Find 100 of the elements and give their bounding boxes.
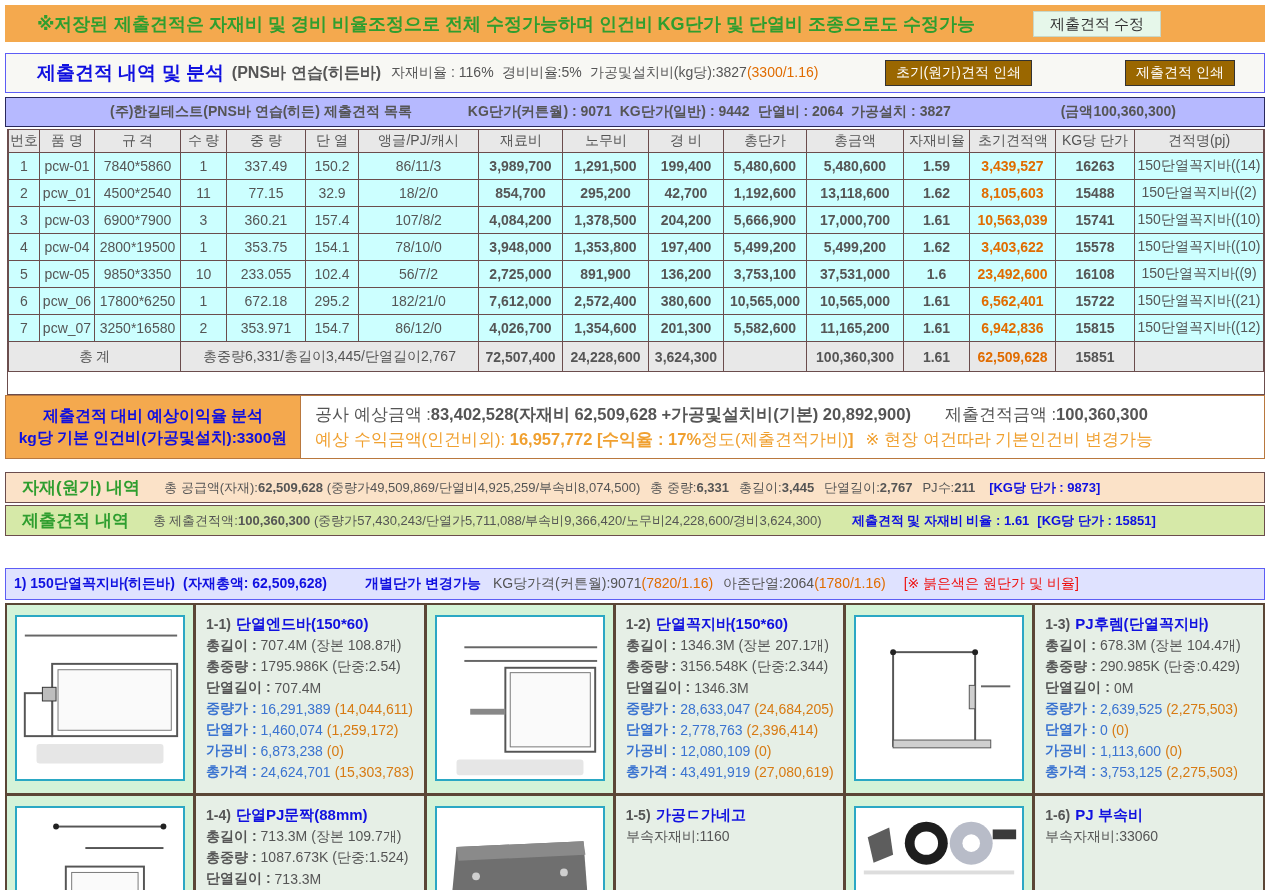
column-header: 총금액 — [806, 129, 904, 153]
item-number: 1-3) — [1045, 616, 1071, 632]
field-label: 중량가 : — [1045, 699, 1096, 718]
profit-text: 예상 수익금액(인건비외): 16,957,772 [수익율 : 17%정도(제출견적가비)] — [315, 428, 854, 450]
field-label: 가공비 : — [1045, 741, 1096, 760]
column-header: 초기견적액 — [969, 129, 1056, 153]
table-cell: 353.971 — [226, 314, 306, 342]
edit-estimate-button[interactable]: 제출견적 수정 — [1032, 10, 1161, 37]
table-cell: 5,666,900 — [723, 206, 807, 234]
field-label: 단열가 : — [625, 720, 677, 739]
table-cell: 17800*6250 — [94, 287, 181, 315]
unit-price-text: 제출견적 및 자재비 비율 : 1.61 — [851, 511, 1030, 530]
table-cell: 150단열꼭지바((12) — [1134, 314, 1264, 342]
field-value: 678.3M (장본 104.4개) — [1099, 636, 1241, 655]
table-cell: 1.59 — [903, 152, 970, 180]
page-subtitle: (PNS바 연습(히든바) — [231, 62, 382, 83]
table-cell: 15741 — [1055, 206, 1135, 234]
table-cell: 150단열꼭지바((14) — [1134, 152, 1264, 180]
table-cell: 10,565,000 — [806, 287, 904, 315]
table-cell: 16263 — [1055, 152, 1135, 180]
table-cell: 6 — [8, 287, 40, 315]
column-header: 노무비 — [562, 129, 649, 153]
table-cell: 1,192,600 — [723, 179, 807, 207]
table-cell: 204,200 — [648, 206, 724, 234]
original-value: (0) — [1165, 742, 1183, 759]
analysis-label: kg당 기본 인건비(가공및설치):3300원 — [18, 428, 288, 448]
total-label: 총 계 — [8, 341, 181, 372]
table-cell: 9850*3350 — [94, 260, 181, 288]
field-label: 총중량 : — [206, 657, 257, 676]
table-cell: 72,507,400 — [478, 341, 563, 372]
original-value: (2,275,503) — [1166, 763, 1238, 780]
table-cell: 4500*2540 — [94, 179, 181, 207]
table-cell: 337.49 — [226, 152, 306, 180]
field-value: 1087.673K (단중:1.524) — [260, 848, 409, 867]
field-label: 가공비 : — [206, 741, 257, 760]
table-cell: 3,989,700 — [478, 152, 563, 180]
table-cell: 1.62 — [903, 233, 970, 261]
table-cell: 2800*19500 — [94, 233, 181, 261]
field-label: 중량가 : — [206, 699, 257, 718]
unit-price-text: [KG당 단가 : 9873] — [989, 478, 1101, 497]
field-value: 12,080,109 — [680, 742, 751, 759]
info-text: 자재비율 : 116% — [391, 64, 494, 82]
field-value: 0 — [1099, 721, 1108, 738]
field-value: 1346.3M — [694, 679, 749, 696]
field-value: 1,460,074 — [260, 721, 323, 738]
summary-text: 총 중량:6,331 — [650, 478, 730, 497]
column-header: 품 명 — [39, 129, 95, 153]
table-cell: 150단열꼭지바((10) — [1134, 206, 1264, 234]
analysis-label: 제출견적 대비 예상이익율 분석 — [42, 406, 264, 426]
field-value: 24,624,701 — [260, 763, 331, 780]
table-cell: 100,360,300 — [806, 341, 904, 372]
original-rate: (7820/1.16) — [641, 575, 714, 593]
field-label: 총가격 : — [206, 762, 257, 781]
table-cell: 6900*7900 — [94, 206, 181, 234]
field-value: 707.4M (장본 108.8개) — [260, 636, 402, 655]
table-cell: 380,600 — [648, 287, 724, 315]
table-cell: 182/21/0 — [358, 287, 479, 315]
table-cell: 15851 — [1055, 341, 1135, 372]
item-name: 가공ㄷ가네고 — [655, 805, 746, 825]
field-label: 총길이 : — [625, 636, 677, 655]
item-number: 1-1) — [206, 616, 231, 632]
table-cell: 86/11/3 — [358, 152, 479, 180]
field-label: 단열가 : — [1045, 720, 1096, 739]
table-cell: 17,000,700 — [806, 206, 904, 234]
section-note: 개별단가 변경가능 — [365, 575, 481, 593]
table-cell: 86/12/0 — [358, 314, 479, 342]
field-value: 2,639,525 — [1099, 700, 1163, 717]
field-value: 1346.3M (장본 207.1개) — [680, 636, 829, 655]
info-text: KG당가격(커튼월):9071 — [492, 575, 642, 593]
table-cell: 1,353,800 — [562, 233, 649, 261]
table-cell: 150단열꼭지바((9) — [1134, 260, 1264, 288]
summary-text: 총 제출견적액:100,360,300 (중량가57,430,243/단열가5,711,088/부속비9,366,420/노무비24,228,600/경비3,624,300) — [152, 511, 822, 530]
field-label: 가공비 : — [625, 741, 677, 760]
item-name: 단열PJ문짝(88mm) — [235, 805, 368, 825]
table-cell: 4,026,700 — [478, 314, 563, 342]
original-value: (0) — [754, 742, 772, 759]
field-label: 단열가 : — [206, 720, 257, 739]
column-header: 규 격 — [94, 129, 181, 153]
table-cell: 24,228,600 — [562, 341, 649, 372]
print-button[interactable]: 제출견적 인쇄 — [1124, 60, 1235, 86]
table-cell: 6,562,401 — [969, 287, 1056, 315]
table-cell: 3,439,527 — [969, 152, 1056, 180]
field-value: 1,113,600 — [1099, 742, 1162, 759]
summary-title: 제출견적 내역 — [22, 510, 129, 532]
unit-price-text: [KG당 단가 : 15851] — [1037, 511, 1156, 530]
table-cell: 353.75 — [226, 233, 306, 261]
print-button[interactable]: 초기(원가)견적 인쇄 — [884, 60, 1032, 86]
table-cell: 5,480,600 — [806, 152, 904, 180]
table-cell: 15488 — [1055, 179, 1135, 207]
original-rate: (1780/1.16) — [814, 575, 886, 593]
original-value: (24,684,205) — [754, 700, 834, 717]
field-value: 16,291,389 — [260, 700, 331, 717]
field-value: 713.3M (장본 109.7개) — [260, 827, 402, 846]
table-cell: 197,400 — [648, 233, 724, 261]
table-cell: 7840*5860 — [94, 152, 181, 180]
field-label: 총중량 : — [625, 657, 677, 676]
column-header: 자재비율 — [903, 129, 970, 153]
field-label: 총가격 : — [1045, 762, 1096, 781]
field-value: 290.985K (단중:0.429) — [1099, 657, 1240, 676]
table-cell: 56/7/2 — [358, 260, 479, 288]
